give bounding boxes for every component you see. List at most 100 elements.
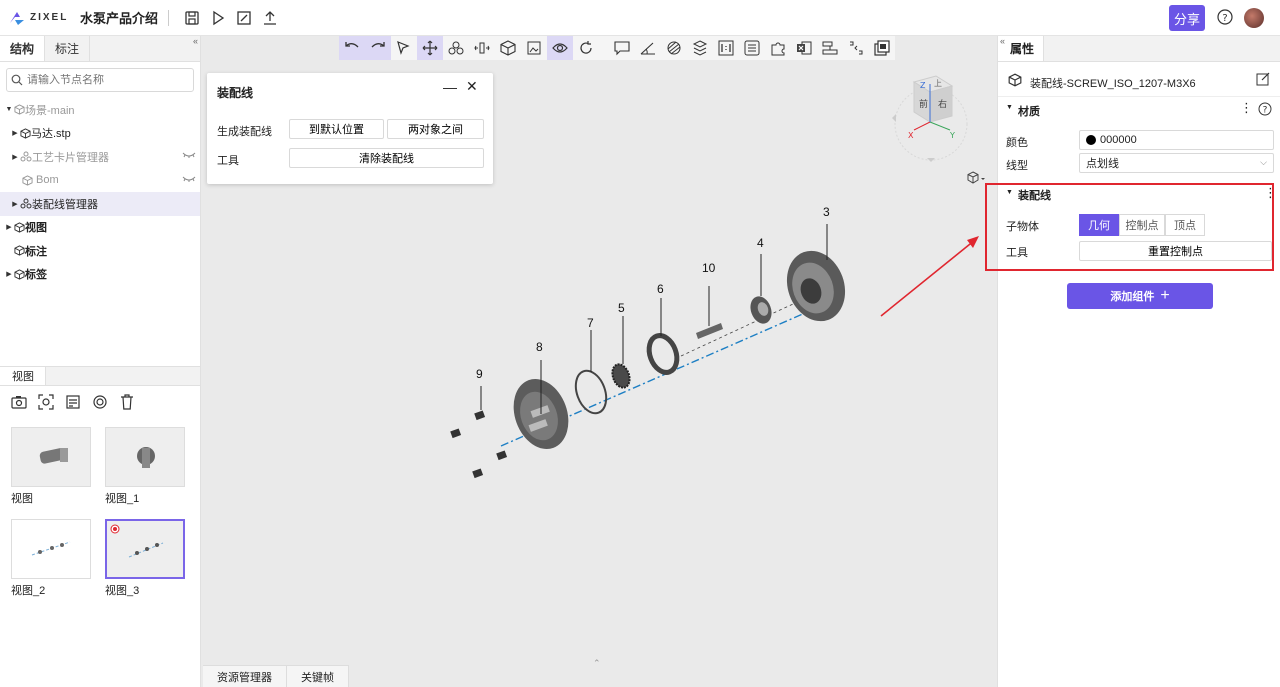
exploded-pump-model[interactable]	[441, 196, 871, 486]
group-select-icon[interactable]	[443, 36, 469, 60]
color-label: 颜色	[1006, 137, 1028, 149]
tree-item-process-card[interactable]: ▶ 工艺卡片管理器	[0, 145, 200, 169]
visibility-icon[interactable]	[547, 36, 573, 60]
caret-right-icon[interactable]: ▶	[10, 153, 20, 161]
tab-structure[interactable]: 结构	[0, 36, 45, 61]
between-objects-button[interactable]: 两对象之间	[387, 119, 484, 139]
part-label: 7	[587, 316, 594, 330]
linetype-select[interactable]: 点划线 ⌵	[1079, 153, 1274, 173]
explode-icon[interactable]	[469, 36, 495, 60]
group-icon	[20, 198, 32, 209]
collapse-left-icon[interactable]: «	[193, 36, 198, 46]
view-settings-icon[interactable]	[64, 393, 82, 411]
redo-icon[interactable]	[365, 36, 391, 60]
view-cube-top[interactable]: 上	[934, 79, 942, 88]
default-position-button[interactable]: 到默认位置	[289, 119, 384, 139]
target-icon[interactable]	[91, 393, 109, 411]
node-search[interactable]	[6, 68, 194, 92]
focus-capture-icon[interactable]	[37, 393, 55, 411]
eye-hidden-icon[interactable]	[182, 175, 196, 183]
assembly-line-dialog: 装配线 — ✕ 生成装配线 到默认位置 两对象之间 工具 清除装配线	[207, 73, 493, 184]
view-thumbnail[interactable]	[11, 519, 91, 579]
comment-icon[interactable]	[609, 36, 635, 60]
section-icon[interactable]	[661, 36, 687, 60]
camera-icon[interactable]	[10, 393, 28, 411]
caret-down-icon[interactable]: ▼	[4, 106, 14, 113]
help-icon[interactable]: ?	[1216, 8, 1234, 29]
cube-stack-icon[interactable]	[687, 36, 713, 60]
caret-right-icon[interactable]: ▶	[4, 270, 14, 278]
logo-icon	[10, 11, 24, 25]
collapse-right-icon[interactable]: «	[1000, 36, 1005, 46]
edit-doc-icon[interactable]	[231, 5, 257, 31]
save-icon[interactable]	[179, 5, 205, 31]
view-thumbnail[interactable]	[105, 427, 185, 487]
view-thumbnail[interactable]	[11, 427, 91, 487]
part-label: 3	[823, 205, 830, 219]
tree-item-tags[interactable]: ▶ 标签	[0, 263, 200, 287]
measure-angle-icon[interactable]	[635, 36, 661, 60]
view-thumbnail-selected[interactable]	[105, 519, 185, 579]
cube-icon	[14, 104, 25, 115]
part-label: 6	[657, 282, 664, 296]
puzzle-icon[interactable]	[765, 36, 791, 60]
tab-annotation[interactable]: 标注	[45, 36, 90, 61]
tree-item-bom[interactable]: Bom	[0, 169, 200, 193]
color-field[interactable]: 000000	[1079, 130, 1274, 150]
avatar[interactable]	[1244, 8, 1264, 28]
tree-item-assembly-manager[interactable]: ▶ 装配线管理器	[0, 192, 200, 216]
rotate-icon[interactable]	[573, 36, 599, 60]
layout-icon[interactable]	[817, 36, 843, 60]
expand-bottom-icon[interactable]: ⌃	[593, 658, 601, 669]
minimize-icon[interactable]: —	[443, 79, 457, 95]
views-tabs: 视图	[0, 366, 200, 386]
view-cube-right[interactable]: 右	[938, 98, 947, 110]
undo-icon[interactable]	[339, 36, 365, 60]
eye-hidden-icon[interactable]	[182, 151, 196, 159]
left-panel: 结构 标注 « ▼ 场景-main ▶ 马达.stp ▶ 工艺卡片管理器 Bom…	[0, 36, 201, 687]
clear-assembly-button[interactable]: 清除装配线	[289, 148, 484, 168]
copy-window-icon[interactable]	[869, 36, 895, 60]
upload-icon[interactable]	[257, 5, 283, 31]
list-icon[interactable]	[739, 36, 765, 60]
material-section-title: 材质	[1018, 106, 1040, 118]
view-cube[interactable]: 上 前 右 X Y Z	[884, 74, 970, 178]
caret-right-icon[interactable]: ▶	[10, 200, 20, 208]
scale-ratio-icon[interactable]	[713, 36, 739, 60]
box-image-icon[interactable]	[521, 36, 547, 60]
caret-right-icon[interactable]: ▶	[4, 223, 14, 231]
close-icon[interactable]: ✕	[466, 78, 478, 95]
search-input[interactable]	[27, 74, 177, 86]
tree-item-label: Bom	[36, 174, 59, 187]
view-mode-cube-icon[interactable]	[967, 171, 987, 185]
caret-right-icon[interactable]: ▶	[10, 129, 20, 137]
tab-views[interactable]: 视图	[0, 367, 46, 385]
select-cursor-icon[interactable]	[391, 36, 417, 60]
trash-icon[interactable]	[118, 393, 136, 411]
viewport-3d[interactable]: 上 前 右 X Y Z 3 4 10 6 5 7 8 9 装配线 — ✕ 生成装…	[201, 36, 997, 687]
edit-icon[interactable]	[1256, 72, 1270, 86]
view-thumbnail-label: 视图_3	[105, 585, 140, 597]
share-button[interactable]: 分享	[1169, 5, 1205, 31]
tab-keyframes[interactable]: 关键帧	[287, 666, 349, 687]
excel-icon[interactable]	[791, 36, 817, 60]
caret-down-icon[interactable]: ▼	[1006, 104, 1013, 111]
more-icon[interactable]: ⋮	[1240, 100, 1253, 116]
code-bracket-icon[interactable]	[843, 36, 869, 60]
view-thumbnail-label: 视图	[11, 493, 33, 505]
box-icon[interactable]	[495, 36, 521, 60]
search-icon	[11, 74, 23, 86]
tree-item-motor[interactable]: ▶ 马达.stp	[0, 122, 200, 146]
tree-item-views[interactable]: ▶ 视图	[0, 216, 200, 240]
help-icon[interactable]: ?	[1258, 102, 1272, 116]
app-logo[interactable]: ZIXEL	[8, 9, 70, 27]
cube-icon	[14, 245, 25, 256]
color-value: 000000	[1100, 134, 1137, 146]
play-icon[interactable]	[205, 5, 231, 31]
add-component-button[interactable]: 添加组件 +	[1067, 283, 1213, 309]
tree-item-annotations[interactable]: 标注	[0, 239, 200, 263]
tab-resource-manager[interactable]: 资源管理器	[203, 666, 287, 687]
move-icon[interactable]	[417, 36, 443, 60]
tree-item-scene[interactable]: ▼ 场景-main	[0, 98, 200, 122]
view-cube-front[interactable]: 前	[919, 98, 928, 110]
